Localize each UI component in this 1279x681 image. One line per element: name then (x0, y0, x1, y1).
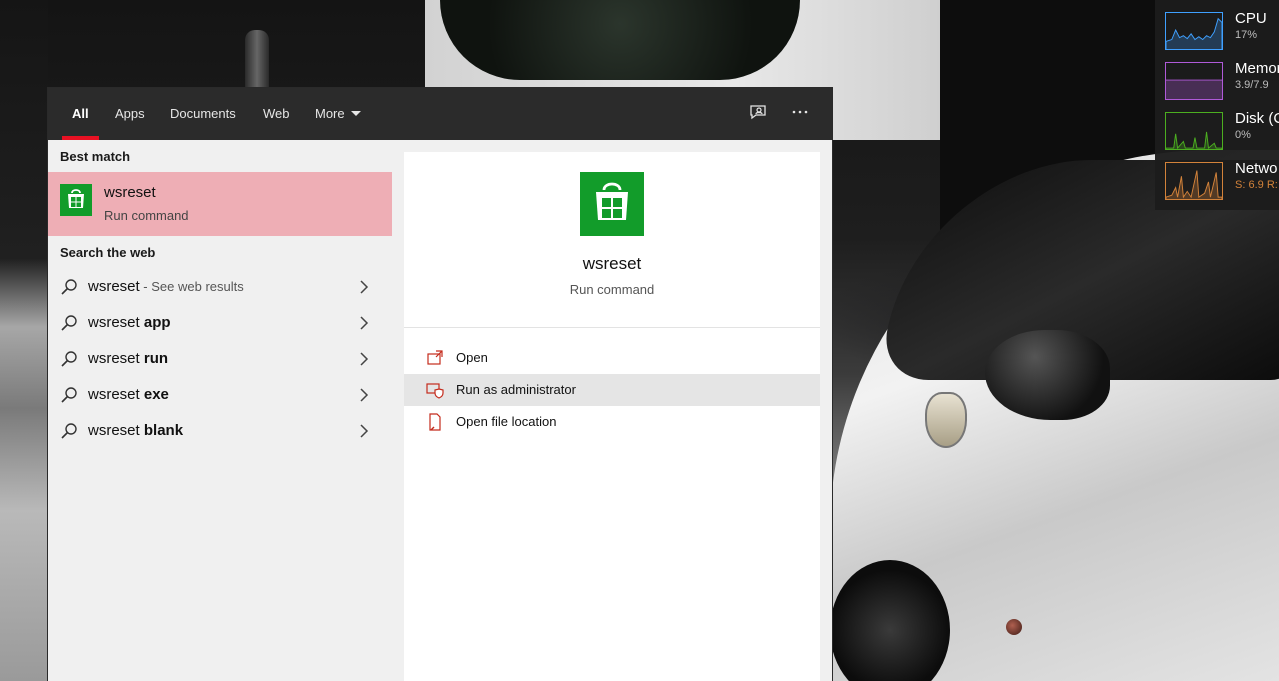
perf-network: Netwo S: 6.9 R: (1165, 152, 1279, 200)
search-icon (61, 423, 77, 439)
search-icon (61, 279, 77, 295)
perf-label-cpu: CPU (1235, 10, 1267, 27)
perf-label-network: Netwo (1235, 160, 1278, 177)
net-recv: R: (1266, 179, 1278, 191)
detail-pane: wsreset Run command Open Run as administ… (404, 152, 820, 681)
chevron-right-icon (360, 388, 369, 402)
suggestion-text: wsreset exe (88, 386, 169, 403)
start-search-panel: All Apps Documents Web More Best match w… (48, 88, 832, 681)
shield-icon (426, 383, 444, 399)
suggestion-text: wsreset run (88, 350, 169, 367)
run-as-admin-label: Run as administrator (456, 382, 576, 397)
web-suggestion[interactable]: wsreset app (48, 305, 392, 341)
perf-memory: Memory 3.9/7.9 (1165, 52, 1279, 100)
memory-graph (1165, 62, 1223, 100)
chevron-down-icon (350, 111, 361, 116)
perf-label-disk: Disk (C (1235, 110, 1279, 127)
open-action-label: Open (456, 350, 488, 365)
chevron-right-icon (360, 352, 369, 366)
tab-documents-label: Documents (170, 106, 236, 121)
store-app-large-icon (580, 172, 644, 236)
disk-graph (1165, 112, 1223, 150)
open-file-location-label: Open file location (456, 414, 557, 429)
cpu-graph (1165, 12, 1223, 50)
perf-value-disk: 0% (1235, 129, 1251, 141)
suggestion-text: wsreset blank (88, 422, 184, 439)
search-icon (61, 315, 77, 331)
results-list: Best match wsreset Run command Search th… (48, 140, 392, 681)
store-app-icon (60, 184, 92, 216)
tab-all-label: All (72, 106, 89, 121)
divider (404, 327, 820, 328)
open-icon (427, 350, 443, 365)
tab-web-label: Web (263, 106, 290, 121)
search-icon (61, 387, 77, 403)
web-suggestion[interactable]: wsreset run (48, 341, 392, 377)
chevron-right-icon (360, 424, 369, 438)
best-match-subtitle: Run command (104, 208, 189, 223)
perf-value-network: S: 6.9 R: (1235, 179, 1278, 191)
web-suggestion[interactable]: wsreset exe (48, 377, 392, 413)
search-web-heading: Search the web (60, 245, 156, 260)
web-suggestion[interactable]: wsreset - See web results (48, 269, 392, 305)
perf-label-memory: Memory (1235, 60, 1279, 77)
tab-web[interactable]: Web (263, 88, 290, 140)
run-as-admin-action[interactable]: Run as administrator (404, 374, 820, 406)
performance-widget: CPU 17% Memory 3.9/7.9 Disk (C 0% Netwo … (1155, 0, 1279, 210)
network-graph (1165, 162, 1223, 200)
tab-apps[interactable]: Apps (115, 88, 145, 140)
search-tabs-bar: All Apps Documents Web More (48, 88, 832, 140)
perf-disk: Disk (C 0% (1165, 102, 1279, 150)
best-match-title: wsreset (104, 184, 156, 201)
suggestion-text: wsreset - See web results (88, 278, 244, 295)
perf-cpu: CPU 17% (1165, 2, 1279, 50)
suggestion-text: wsreset app (88, 314, 171, 331)
search-icon (61, 351, 77, 367)
open-file-location-action[interactable]: Open file location (404, 406, 820, 438)
tab-more[interactable]: More (315, 88, 361, 140)
best-match-item[interactable]: wsreset Run command (48, 172, 392, 236)
tab-more-label: More (315, 106, 345, 121)
chevron-right-icon (360, 280, 369, 294)
feedback-icon[interactable] (746, 102, 770, 126)
tab-apps-label: Apps (115, 106, 145, 121)
file-location-icon (429, 413, 441, 431)
perf-value-memory: 3.9/7.9 (1235, 79, 1269, 91)
open-action[interactable]: Open (404, 342, 820, 374)
tab-documents[interactable]: Documents (170, 88, 236, 140)
web-suggestion[interactable]: wsreset blank (48, 413, 392, 449)
net-send: S: 6.9 (1235, 179, 1264, 191)
best-match-heading: Best match (60, 149, 131, 164)
detail-title: wsreset (582, 254, 642, 273)
tab-all[interactable]: All (62, 88, 99, 140)
chevron-right-icon (360, 316, 369, 330)
perf-value-cpu: 17% (1235, 29, 1258, 41)
detail-subtitle: Run command (569, 282, 655, 297)
more-options-icon[interactable] (788, 102, 812, 126)
